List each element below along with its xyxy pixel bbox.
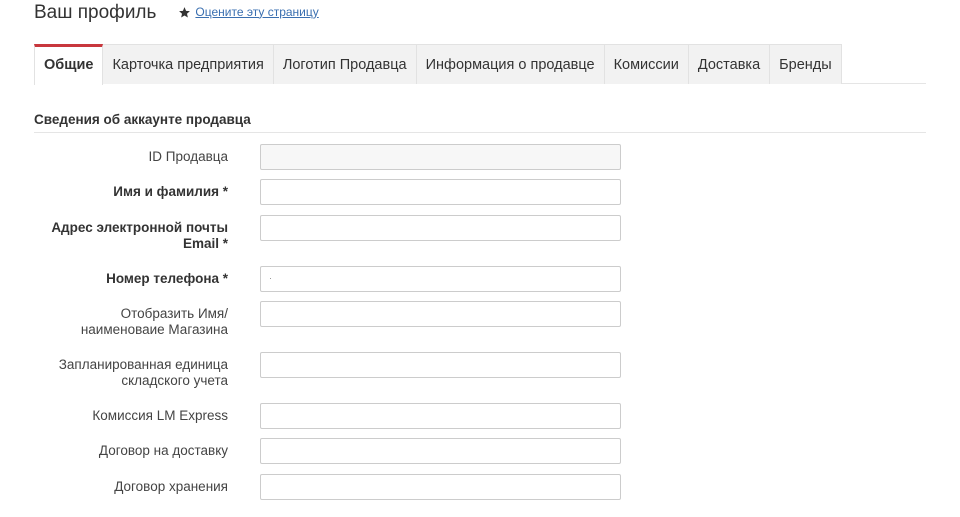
delivery-contract-label-text: Договор на доставку <box>98 443 228 458</box>
lm-express-commission-field[interactable] <box>260 403 621 429</box>
email-label-line-1: Адрес электронной почты <box>51 220 228 235</box>
full-name-label-text: Имя и фамилия * <box>113 184 228 199</box>
storage-contract-field[interactable] <box>260 474 621 500</box>
rate-page-link[interactable]: Оцените эту страницу <box>195 5 318 19</box>
tab-delivery[interactable]: Доставка <box>687 44 771 84</box>
display-name-label-line-1: Отобразить Имя/ <box>120 306 228 321</box>
email-label: Адрес электронной почты Email * <box>51 220 228 252</box>
storage-contract-label: Договор хранения <box>114 479 228 495</box>
seller-id-label: ID Продавца <box>149 149 228 165</box>
full-name-label: Имя и фамилия * <box>113 184 228 200</box>
phone-label-text: Номер телефона * <box>106 271 228 286</box>
planned-sku-label: Запланированная единица складского учета <box>59 357 228 389</box>
seller-id-label-text: ID Продавца <box>148 149 228 164</box>
lm-express-commission-label-text: Комиссия LM Express <box>92 408 228 423</box>
lm-express-commission-label: Комиссия LM Express <box>92 408 228 424</box>
display-name-label: Отобразить Имя/ наименоваие Магазина <box>81 306 228 338</box>
seller-id-field[interactable] <box>260 144 621 170</box>
storage-contract-label-text: Договор хранения <box>114 479 228 494</box>
email-field[interactable] <box>260 215 621 241</box>
page-header: Ваш профиль Оцените эту страницу <box>34 2 319 24</box>
delivery-contract-label: Договор на доставку <box>99 443 228 459</box>
phone-field[interactable] <box>260 266 621 292</box>
display-name-field[interactable] <box>260 301 621 327</box>
tab-seller-logo[interactable]: Логотип Продавца <box>272 44 417 84</box>
rate-page: Оцените эту страницу <box>178 5 319 19</box>
planned-sku-field[interactable] <box>260 352 621 378</box>
tab-commissions[interactable]: Комиссии <box>603 44 689 84</box>
star-icon <box>179 7 191 18</box>
planned-sku-label-line-1: Запланированная единица <box>58 357 228 372</box>
page-title: Ваш профиль <box>34 2 157 23</box>
phone-label: Номер телефона * <box>106 271 228 287</box>
email-label-line-2: Email * <box>182 236 228 251</box>
tab-general[interactable]: Общие <box>34 44 104 85</box>
planned-sku-label-line-2: складского учета <box>121 373 228 388</box>
display-name-label-line-2: наименоваие Магазина <box>80 322 228 337</box>
tab-brands[interactable]: Бренды <box>769 44 842 84</box>
profile-tabs: Общие Карточка предприятия Логотип Прода… <box>34 44 926 85</box>
section-title: Сведения об аккаунте продавца <box>34 112 251 127</box>
tab-company-card[interactable]: Карточка предприятия <box>102 44 274 84</box>
delivery-contract-field[interactable] <box>260 438 621 464</box>
section-divider <box>34 132 926 133</box>
phone-field-mark <box>270 278 271 279</box>
full-name-field[interactable] <box>260 179 621 205</box>
tab-seller-info[interactable]: Информация о продавце <box>415 44 605 84</box>
